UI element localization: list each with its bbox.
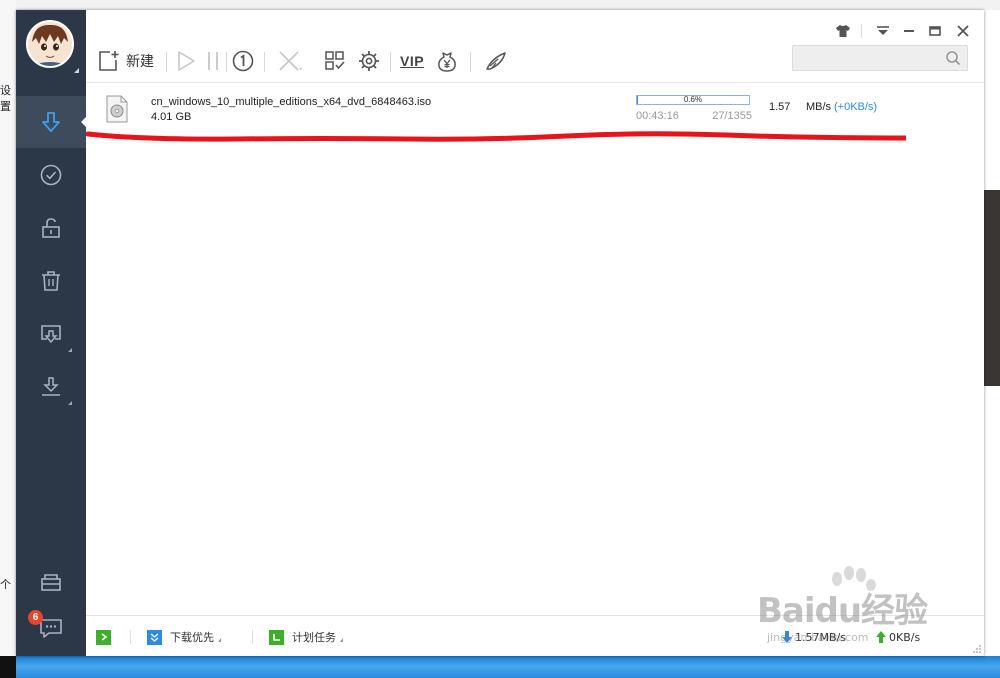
download-speed-value: 1.57MB/s [795, 630, 846, 644]
skin-button[interactable] [834, 22, 852, 40]
user-avatar[interactable] [26, 20, 74, 68]
play-icon [178, 51, 195, 71]
limit-speed-button[interactable] [232, 46, 254, 76]
pause-button[interactable] [206, 46, 220, 76]
resize-grip-icon[interactable] [972, 644, 982, 654]
new-task-label: 新建 [126, 54, 154, 70]
pause-icon [208, 52, 218, 70]
sidebar-item-trash[interactable] [16, 255, 86, 307]
statusbar-separator [130, 630, 131, 644]
progress-percent: 0.6% [683, 95, 703, 104]
unlock-icon [42, 218, 60, 238]
upload-arrow-icon [876, 631, 886, 643]
menu-button[interactable] [874, 22, 892, 40]
search-box[interactable] [792, 45, 968, 71]
avatar-menu-arrow-icon[interactable] [74, 68, 79, 73]
download-tray-icon [42, 377, 60, 396]
dropdown-arrow-icon [340, 638, 343, 642]
download-priority-button[interactable]: 下载优先 [147, 628, 221, 646]
desktop-text-fragment: 个 [0, 578, 11, 591]
sidebar-item-cloud-download[interactable] [16, 308, 86, 360]
sidebar-item-completed[interactable] [16, 149, 86, 201]
statusbar-separator [252, 630, 253, 644]
toolbox-icon [41, 574, 61, 591]
toolbar-separator [166, 52, 167, 72]
task-size: 4.01 GB [151, 111, 192, 123]
maximize-icon [929, 26, 941, 36]
close-icon [957, 25, 969, 37]
gear-icon [359, 51, 379, 71]
download-arrow-icon [42, 112, 60, 132]
money-bag-icon [438, 52, 456, 72]
toolbar-separator [470, 52, 471, 72]
desktop-left-strip: 设置 个 [0, 0, 16, 678]
vip-button[interactable]: VIP [400, 46, 424, 76]
start-button[interactable] [176, 46, 196, 76]
settings-button[interactable] [358, 46, 380, 76]
close-button[interactable] [954, 22, 972, 40]
task-speed: 1.57 [769, 101, 791, 113]
dropdown-arrow-icon [218, 638, 221, 642]
yuan-button[interactable] [436, 46, 458, 76]
check-circle-icon [40, 164, 62, 186]
taskbar [0, 656, 1000, 678]
task-speed-unit: MB/s [806, 101, 832, 113]
sidebar-item-messages[interactable] [16, 608, 86, 648]
scheduled-task-button[interactable]: 计划任务 [269, 628, 343, 646]
toolbar-separator [264, 52, 265, 72]
sidebar-item-downloading[interactable] [16, 96, 87, 148]
minimize-icon [904, 30, 914, 32]
upload-speed-indicator: 0KB/s [876, 628, 920, 646]
minimize-button[interactable] [900, 22, 918, 40]
desktop-text-fragment: 设置 [0, 84, 11, 113]
task-progress-bar: 0.6% [636, 95, 750, 105]
task-upload-speed: (+0KB/s) [834, 101, 878, 113]
scheduled-task-label: 计划任务 [292, 631, 336, 644]
vip-label: VIP [400, 53, 425, 69]
sidebar-item-download-to[interactable] [16, 361, 86, 413]
taskbar-edge [0, 656, 16, 678]
double-down-icon [147, 629, 162, 645]
sidebar-item-tools[interactable] [16, 562, 86, 602]
delete-button[interactable] [278, 46, 302, 76]
search-input[interactable] [797, 49, 941, 69]
number-one-circle-icon [232, 50, 254, 72]
trash-icon [42, 271, 60, 291]
menu-dropdown-icon [877, 26, 889, 35]
sidebar-item-private[interactable] [16, 202, 86, 254]
qr-code-icon [325, 51, 345, 70]
task-filename: cn_windows_10_multiple_editions_x64_dvd_… [151, 96, 432, 108]
toolbar-separator [390, 52, 391, 72]
task-elapsed-time: 00:43:16 [636, 110, 679, 122]
submenu-arrow-icon [68, 348, 72, 352]
task-pieces: 27/1355 [712, 110, 752, 122]
tshirt-icon [836, 25, 850, 37]
upload-speed-value: 0KB/s [889, 630, 921, 644]
message-count-badge: 6 [28, 610, 43, 625]
download-priority-label: 下载优先 [170, 631, 214, 644]
download-speed-indicator: 1.57MB/s [782, 628, 846, 646]
delete-x-icon [279, 51, 302, 71]
red-annotation-underline [86, 131, 906, 142]
status-bar: 下载优先 计划任务 1.57MB/s 0KB/s [86, 615, 984, 656]
new-task-button[interactable]: 新建 [98, 46, 154, 76]
search-icon[interactable] [945, 50, 961, 66]
new-file-icon [99, 51, 119, 71]
monitor-download-icon [41, 325, 61, 344]
download-manager-window: 6 新建 VIP cn_windows_10_multiple_editions… [16, 10, 984, 656]
download-arrow-icon [782, 631, 792, 643]
disc-image-file-icon [106, 95, 128, 123]
expand-arrow-icon [96, 629, 111, 645]
speedup-button[interactable] [484, 46, 508, 76]
desktop-top-strip [0, 0, 1000, 10]
expand-button[interactable] [96, 628, 111, 646]
submenu-arrow-icon [68, 401, 72, 405]
rocket-feather-icon [486, 52, 506, 70]
titlebar-separator [861, 24, 862, 38]
qr-button[interactable] [324, 46, 346, 76]
schedule-corner-icon [269, 629, 284, 645]
maximize-button[interactable] [926, 22, 944, 40]
toolbar-separator [226, 52, 227, 72]
sidebar: 6 [16, 10, 87, 656]
